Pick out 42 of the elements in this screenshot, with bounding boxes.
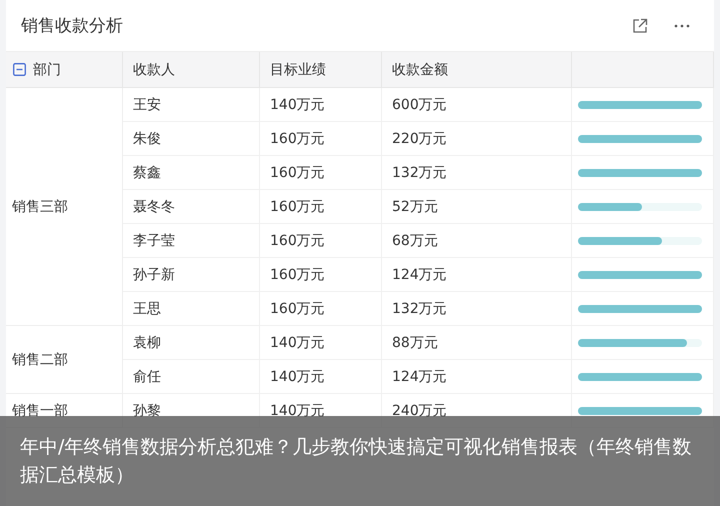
table-cell: 600万元 [392, 96, 447, 114]
table-cell: 朱俊 [133, 130, 161, 148]
table-cell: 68万元 [392, 232, 438, 250]
table-cell: 袁柳 [133, 334, 161, 352]
table-cell: 销售三部 [12, 198, 68, 216]
table-cell: 140万元 [270, 368, 325, 386]
table-cell: 160万元 [270, 130, 325, 148]
table-cell: 160万元 [270, 198, 325, 216]
caption-text: 年中/年终销售数据分析总犯难？几步教你快速搞定可视化销售报表（年终销售数据汇总模板） [20, 434, 692, 488]
table-cell: 132万元 [392, 164, 447, 182]
table-cell: 销售二部 [12, 350, 68, 368]
table-cell: 160万元 [270, 232, 325, 250]
table-cell: 220万元 [392, 130, 447, 148]
table-cell: 132万元 [392, 300, 447, 318]
table-cell: 李子莹 [133, 232, 175, 250]
table-cell: 88万元 [392, 334, 438, 352]
table-cell: 王思 [133, 300, 161, 318]
table-cell: 聂冬冬 [133, 198, 175, 216]
table-cell: 124万元 [392, 368, 447, 386]
table-cell: 孙黎 [133, 402, 161, 420]
table-cell: 王安 [133, 96, 161, 114]
more-icon[interactable] [674, 24, 690, 28]
column-header: 部门 [33, 60, 61, 78]
column-header: 收款金额 [392, 60, 448, 78]
table-cell: 销售一部 [12, 402, 68, 420]
column-header: 目标业绩 [270, 60, 326, 78]
table-cell: 孙子新 [133, 266, 175, 284]
table-cell: 124万元 [392, 266, 447, 284]
table-cell: 140万元 [270, 96, 325, 114]
table-cell: 140万元 [270, 402, 325, 420]
table-cell: 160万元 [270, 300, 325, 318]
table-cell: 蔡鑫 [133, 164, 161, 182]
table-cell: 52万元 [392, 198, 438, 216]
table-cell: 俞任 [133, 368, 161, 386]
card-title: 销售收款分析 [21, 15, 123, 37]
expand-icon[interactable] [632, 18, 648, 34]
table-cell: 140万元 [270, 334, 325, 352]
table-cell: 160万元 [270, 164, 325, 182]
column-header: 收款人 [133, 60, 175, 78]
table-cell: 160万元 [270, 266, 325, 284]
table-cell: 240万元 [392, 402, 447, 420]
collapse-icon[interactable] [13, 63, 26, 76]
